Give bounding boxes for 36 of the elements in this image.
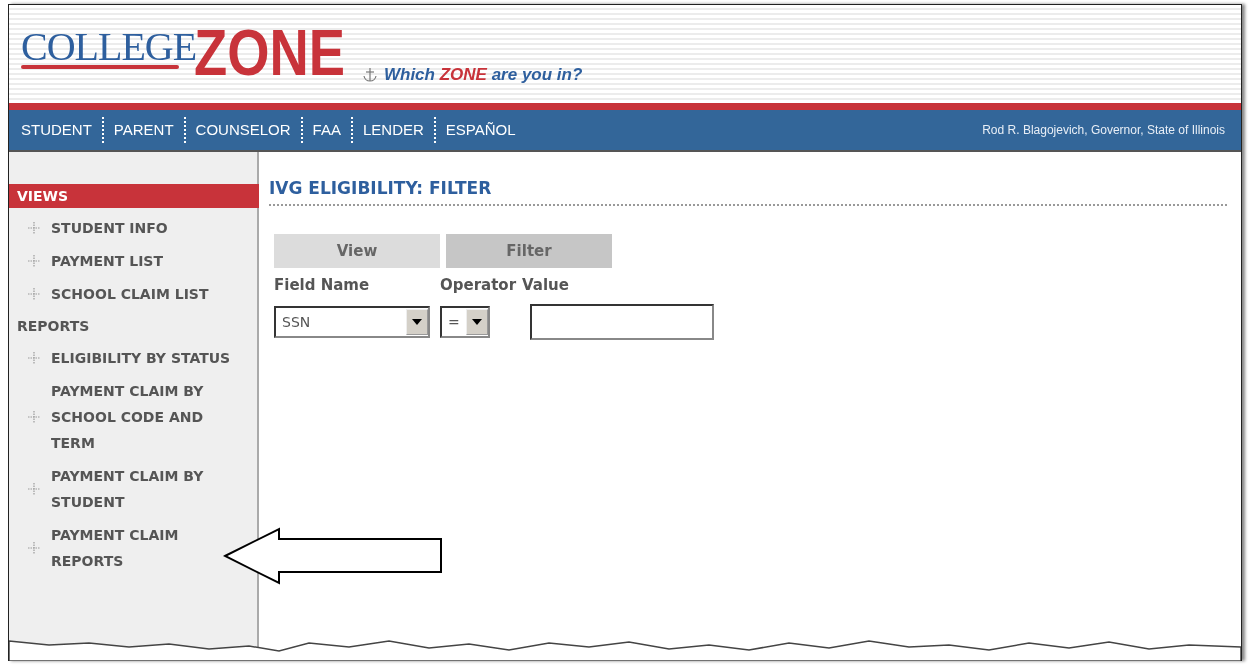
anchor-icon — [361, 67, 378, 83]
nav-link[interactable]: PARENT — [101, 117, 184, 143]
dropdown[interactable]: SSN — [274, 306, 430, 338]
crosshair-icon — [27, 410, 41, 424]
crosshair-icon — [27, 351, 41, 365]
sidebar-link[interactable]: SCHOOL CLAIM LIST — [51, 281, 231, 307]
nav-link[interactable]: FAA — [300, 117, 351, 143]
tagline: Which ZONE are you in? — [383, 65, 583, 85]
nav-link[interactable]: STUDENT — [21, 117, 102, 143]
value-input[interactable] — [530, 304, 714, 340]
tab[interactable]: Filter — [446, 234, 612, 268]
column-label: Value — [522, 276, 569, 294]
crosshair-icon — [27, 541, 41, 555]
section-header[interactable]: REPORTS — [9, 314, 257, 338]
nav-link[interactable]: COUNSELOR — [183, 117, 301, 143]
dropdown[interactable]: = — [440, 306, 490, 338]
caret-icon — [412, 319, 422, 325]
credit-text: Rod R. Blagojevich, Governor, State of Illinois — [982, 123, 1225, 137]
crosshair-icon — [27, 254, 41, 268]
sidebar-link[interactable]: PAYMENT CLAIM BY SCHOOL CODE AND TERM — [51, 378, 231, 456]
crosshair-icon — [27, 482, 41, 496]
crosshair-icon — [27, 287, 41, 301]
nav-link[interactable]: LENDER — [350, 117, 434, 143]
tab[interactable]: View — [274, 234, 440, 268]
sidebar-link[interactable]: STUDENT INFO — [51, 215, 231, 241]
sidebar-link[interactable]: ELIGIBILITY BY STATUS — [51, 345, 231, 371]
caret-icon — [472, 319, 482, 325]
column-label: Operator — [440, 276, 517, 294]
page-title: IVG ELIGIBILITY: FILTER — [269, 178, 1227, 206]
sidebar-link[interactable]: PAYMENT LIST — [51, 248, 231, 274]
section-header[interactable]: VIEWS — [9, 184, 259, 208]
sidebar-link[interactable]: PAYMENT CLAIM BY STUDENT — [51, 463, 231, 515]
crosshair-icon — [27, 221, 41, 235]
sidebar-link[interactable]: PAYMENT CLAIM REPORTS — [51, 522, 231, 574]
nav-link[interactable]: ESPAÑOL — [433, 117, 526, 143]
column-label: Field Name — [274, 276, 371, 294]
